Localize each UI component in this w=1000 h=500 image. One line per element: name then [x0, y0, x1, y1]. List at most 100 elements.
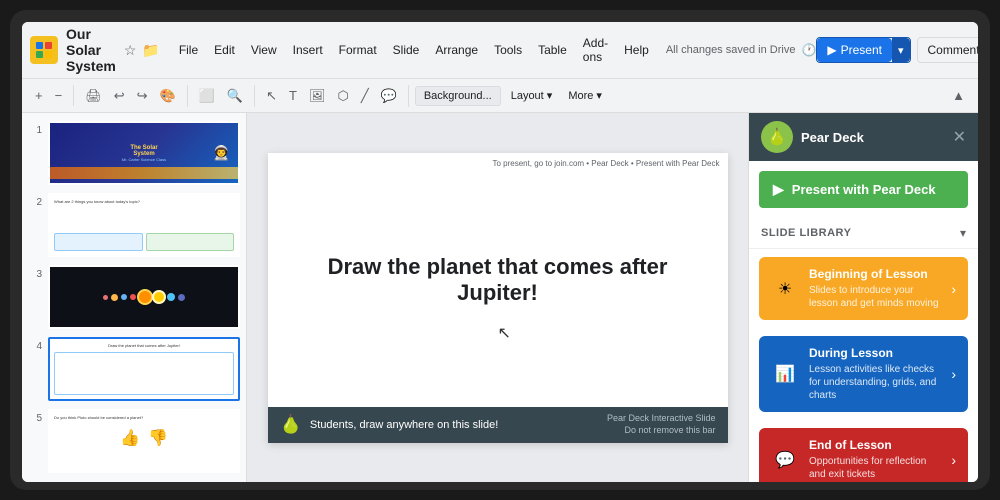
main-content: 1 The SolarSystem Mr. Carter Science Cla…	[22, 113, 978, 482]
end-card-content: End of Lesson Opportunities for reflecti…	[809, 438, 941, 481]
slide-bottom-bar: 🍐 Students, draw anywhere on this slide!…	[268, 407, 728, 442]
beginning-card-title: Beginning of Lesson	[809, 267, 941, 281]
menu-addons[interactable]: Add-ons	[576, 33, 615, 67]
comment-btn[interactable]: 💬	[376, 85, 402, 107]
zoom-btn[interactable]: 🔍	[222, 85, 248, 107]
folder-icon[interactable]: 📁	[142, 42, 159, 59]
slide-url-bar: To present, go to join.com • Pear Deck •…	[492, 159, 719, 168]
sun-icon: ☀	[771, 275, 799, 303]
add-btn[interactable]: +	[30, 85, 48, 106]
slide-canvas: To present, go to join.com • Pear Deck •…	[268, 153, 728, 443]
menu-tools[interactable]: Tools	[487, 40, 529, 60]
beginning-arrow-icon: ›	[951, 281, 956, 297]
paint-btn[interactable]: 🎨	[155, 85, 181, 107]
pear-deck-title: Pear Deck	[801, 130, 864, 145]
during-card-desc: Lesson activities like checks for unders…	[809, 363, 941, 402]
image-btn[interactable]: 🖼	[304, 85, 331, 107]
background-button[interactable]: Background...	[415, 86, 501, 106]
document-title: Our Solar System	[66, 26, 116, 74]
star-icon[interactable]: ☆	[124, 42, 137, 59]
slide-number-1: 1	[28, 125, 42, 136]
line-btn[interactable]: ╱	[356, 85, 374, 107]
cursor: ↖	[498, 323, 511, 343]
slide-item-5[interactable]: 5 Do you think Pluto should be considere…	[28, 409, 240, 473]
shape-btn[interactable]: ⬡	[332, 85, 353, 107]
toolbar-group-select: ⬜ 🔍	[194, 85, 255, 107]
slide-thumb-1[interactable]: The SolarSystem Mr. Carter Science Class…	[48, 121, 240, 185]
pear-deck-sidebar: 🍐 Pear Deck ✕ ▶ Present with Pear Deck S…	[748, 113, 978, 482]
menu-view[interactable]: View	[244, 40, 284, 60]
print-btn[interactable]: 🖨	[80, 85, 107, 107]
during-card-title: During Lesson	[809, 346, 941, 360]
canvas-area[interactable]: To present, go to join.com • Pear Deck •…	[247, 113, 748, 482]
slide-item-1[interactable]: 1 The SolarSystem Mr. Carter Science Cla…	[28, 121, 240, 185]
pear-deck-logo: 🍐 Pear Deck	[761, 121, 864, 153]
more-button[interactable]: More ▾	[562, 86, 608, 105]
clock-icon: 🕐	[801, 43, 816, 57]
menu-insert[interactable]: Insert	[286, 40, 330, 60]
beginning-card-content: Beginning of Lesson Slides to introduce …	[809, 267, 941, 310]
menu-file[interactable]: File	[172, 40, 205, 60]
select-btn[interactable]: ⬜	[194, 85, 220, 107]
app-icon	[30, 36, 58, 64]
pear-deck-icon: 🍐	[761, 121, 793, 153]
slide-item-2[interactable]: 2 What are 2 things you know about today…	[28, 193, 240, 257]
end-card-desc: Opportunities for reflection and exit ti…	[809, 455, 941, 481]
menu-edit[interactable]: Edit	[207, 40, 242, 60]
cursor-btn[interactable]: ↖	[261, 85, 282, 107]
minus-btn[interactable]: −	[50, 85, 68, 106]
slide-thumb-5[interactable]: Do you think Pluto should be considered …	[48, 409, 240, 473]
slide-number-4: 4	[28, 341, 42, 352]
toolbar-group-history: 🖨 ↩ ↪ 🎨	[80, 85, 188, 107]
toolbar-group-tools: ↖ T 🖼 ⬡ ╱ 💬	[261, 85, 409, 107]
toolbar: + − 🖨 ↩ ↪ 🎨 ⬜ 🔍 ↖ T 🖼 ⬡ ╱ 💬 Backgrou	[22, 79, 978, 113]
during-arrow-icon: ›	[951, 366, 956, 382]
end-of-lesson-card[interactable]: 💬 End of Lesson Opportunities for reflec…	[759, 428, 968, 482]
menu-table[interactable]: Table	[531, 40, 574, 60]
thumbs-down-icon: 👎	[148, 428, 168, 448]
library-chevron-icon[interactable]: ▾	[960, 226, 966, 240]
slide-item-3[interactable]: 3	[28, 265, 240, 329]
play-icon-green: ▶	[773, 181, 784, 198]
slide-number-5: 5	[28, 413, 42, 424]
collapse-btn[interactable]: ▲	[947, 85, 970, 106]
slide-number-2: 2	[28, 197, 42, 208]
end-arrow-icon: ›	[951, 452, 956, 468]
message-icon: 💬	[771, 446, 799, 474]
chart-icon: 📊	[771, 360, 799, 388]
save-status: All changes saved in Drive	[666, 44, 796, 56]
pear-deck-header: 🍐 Pear Deck ✕	[749, 113, 978, 161]
laptop-frame: Our Solar System ☆ 📁 File Edit View Inse…	[10, 10, 990, 490]
present-dropdown-button[interactable]: ▾	[892, 38, 910, 62]
menu-slide[interactable]: Slide	[386, 40, 427, 60]
present-button[interactable]: ▶ Present	[817, 38, 892, 62]
text-btn[interactable]: T	[284, 85, 302, 106]
slide-thumb-3[interactable]	[48, 265, 240, 329]
menu-arrange[interactable]: Arrange	[428, 40, 485, 60]
thumbs-up-icon: 👍	[120, 428, 140, 448]
end-card-title: End of Lesson	[809, 438, 941, 452]
slide-panel: 1 The SolarSystem Mr. Carter Science Cla…	[22, 113, 247, 482]
layout-button[interactable]: Layout ▾	[505, 86, 559, 105]
pear-deck-present-button[interactable]: ▶ Present with Pear Deck	[759, 171, 968, 208]
redo-btn[interactable]: ↪	[132, 85, 153, 107]
header-buttons: ▶ Present ▾ Comments 🔒 Share	[816, 37, 978, 63]
slide-thumb-4[interactable]: Draw the planet that comes after Jupiter…	[48, 337, 240, 401]
pear-deck-library-header: SLIDE LIBRARY ▾	[749, 218, 978, 249]
slide-item-4[interactable]: 4 Draw the planet that comes after Jupit…	[28, 337, 240, 401]
bottom-label: Pear Deck Interactive SlideDo not remove…	[607, 413, 716, 436]
slide-number-3: 3	[28, 269, 42, 280]
menu-format[interactable]: Format	[332, 40, 384, 60]
during-lesson-card[interactable]: 📊 During Lesson Lesson activities like c…	[759, 336, 968, 412]
beginning-card-desc: Slides to introduce your lesson and get …	[809, 284, 941, 310]
slide-main-text: Draw the planet that comes after Jupiter…	[268, 153, 728, 408]
pear-mascot: 🍐	[280, 414, 302, 435]
menu-help[interactable]: Help	[617, 40, 656, 60]
slide-thumb-2[interactable]: What are 2 things you know about today's…	[48, 193, 240, 257]
comments-button[interactable]: Comments	[917, 37, 978, 63]
beginning-of-lesson-card[interactable]: ☀ Beginning of Lesson Slides to introduc…	[759, 257, 968, 320]
pear-deck-close-button[interactable]: ✕	[953, 127, 966, 147]
screen: Our Solar System ☆ 📁 File Edit View Inse…	[22, 22, 978, 482]
bottom-instruction: Students, draw anywhere on this slide!	[310, 419, 599, 431]
undo-btn[interactable]: ↩	[109, 85, 130, 107]
